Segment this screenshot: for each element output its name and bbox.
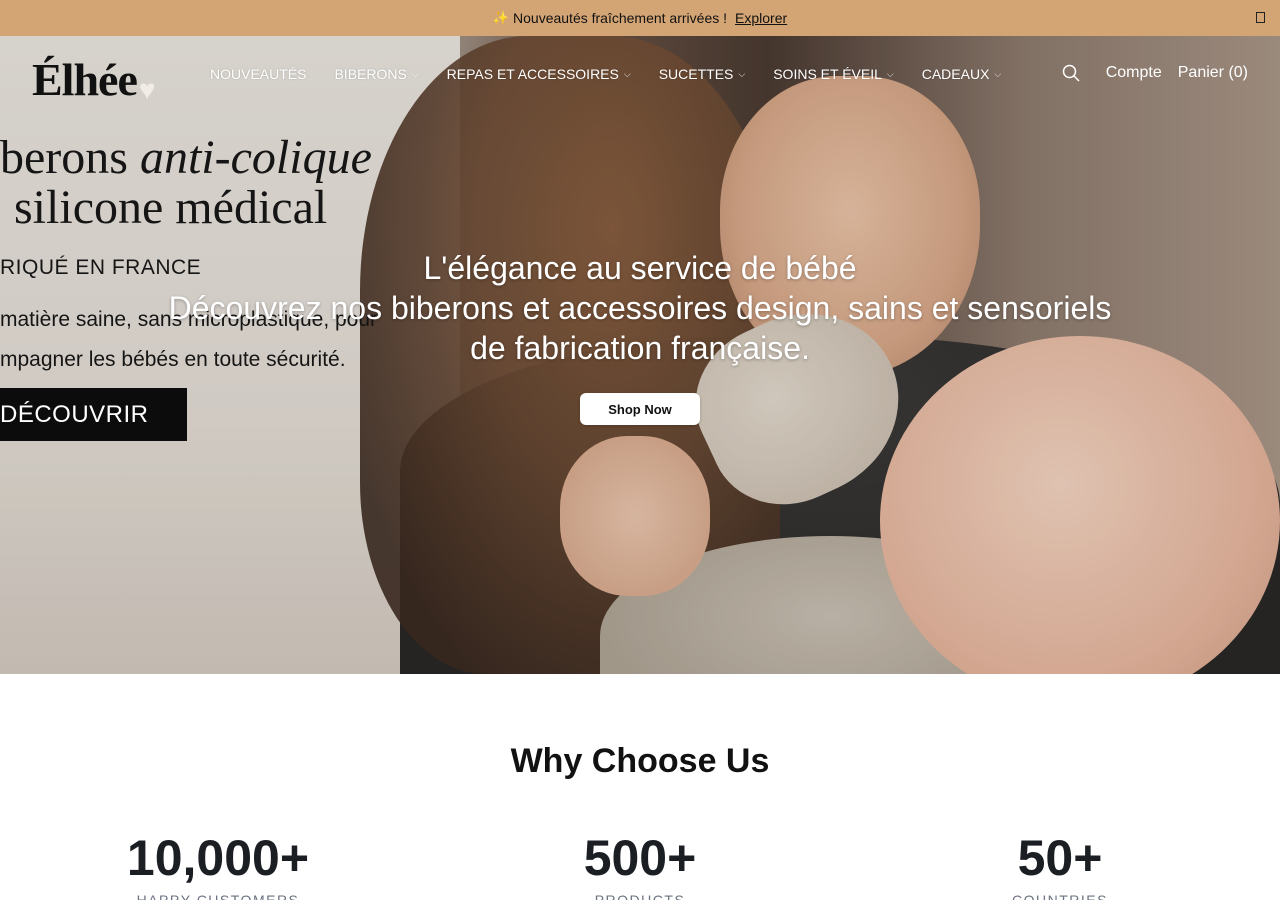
chevron-down-icon: ⌵ bbox=[411, 68, 419, 79]
shop-now-button[interactable]: Shop Now bbox=[580, 393, 700, 425]
stat-label: COUNTRIES bbox=[1012, 892, 1108, 900]
chevron-down-icon: ⌵ bbox=[886, 68, 894, 79]
logo[interactable]: Élhée♥ bbox=[32, 52, 155, 119]
stat-label: HAPPY CUSTOMERS bbox=[136, 892, 300, 900]
chevron-down-icon: ⌵ bbox=[623, 68, 631, 79]
chevron-down-icon: ⌵ bbox=[738, 68, 746, 79]
announcement-text: Nouveautés fraîchement arrivées ! bbox=[513, 10, 728, 26]
nav-item-sucettes[interactable]: SUCETTES ⌵ bbox=[659, 66, 746, 82]
decouvrir-button[interactable]: DÉCOUVRIR bbox=[0, 388, 187, 441]
hero-text: L'élégance au service de bébé Découvrez … bbox=[0, 248, 1280, 368]
stat-value: 50+ bbox=[1017, 830, 1103, 886]
search-icon[interactable] bbox=[1062, 64, 1080, 82]
announcement-bar: ✨ Nouveautés fraîchement arrivées ! Expl… bbox=[0, 0, 1280, 36]
account-link[interactable]: Compte bbox=[1106, 64, 1162, 82]
hero-title: L'élégance au service de bébé bbox=[423, 250, 857, 286]
nav-item-nouveautes[interactable]: NOUVEAUTÉS bbox=[210, 66, 306, 82]
hero-subtitle-line2: de fabrication française. bbox=[470, 330, 810, 366]
nav-item-repas-et-accessoires[interactable]: REPAS ET ACCESSOIRES ⌵ bbox=[447, 66, 631, 82]
hero-subtitle-line1: Découvrez nos biberons et accessoires de… bbox=[168, 290, 1112, 326]
heart-icon: ♥ bbox=[138, 75, 156, 106]
stat-customers: 10,000+ HAPPY CUSTOMERS bbox=[98, 826, 338, 900]
close-icon[interactable] bbox=[1256, 12, 1265, 23]
stat-label: PRODUCTS bbox=[594, 892, 686, 900]
header-actions: Compte Panier (0) bbox=[1062, 64, 1248, 82]
nav-item-cadeaux[interactable]: CADEAUX ⌵ bbox=[922, 66, 1002, 82]
cart-link[interactable]: Panier (0) bbox=[1178, 64, 1248, 82]
nav-item-soins-et-eveil[interactable]: SOINS ET ÉVEIL ⌵ bbox=[773, 66, 894, 82]
stat-value: 10,000+ bbox=[126, 830, 310, 886]
chevron-down-icon: ⌵ bbox=[994, 68, 1002, 79]
nav-item-biberons[interactable]: BIBERONS ⌵ bbox=[334, 66, 418, 82]
stat-countries: 50+ COUNTRIES bbox=[940, 826, 1180, 900]
stat-products: 500+ PRODUCTS bbox=[520, 826, 760, 900]
why-choose-us-title: Why Choose Us bbox=[510, 742, 770, 780]
sparkles-icon: ✨ bbox=[492, 10, 510, 25]
stat-value: 500+ bbox=[583, 830, 697, 886]
main-nav: NOUVEAUTÉS BIBERONS ⌵ REPAS ET ACCESSOIRE… bbox=[210, 66, 1001, 82]
explorer-link[interactable]: Explorer bbox=[735, 10, 787, 26]
